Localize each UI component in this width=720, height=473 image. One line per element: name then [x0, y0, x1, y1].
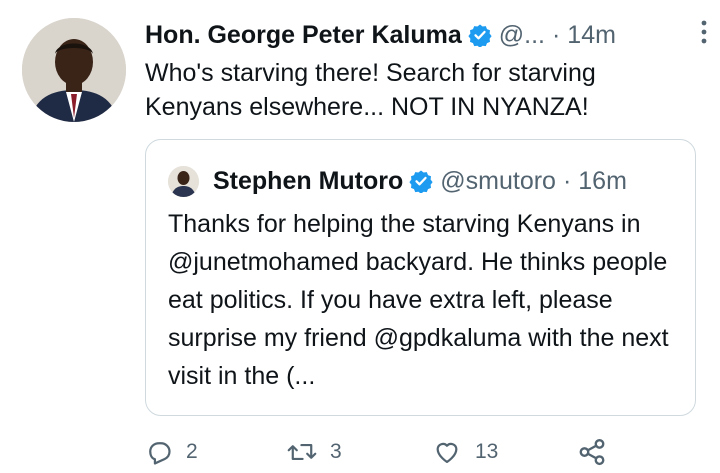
quoted-author-avatar	[168, 165, 199, 197]
reply-icon	[149, 442, 171, 465]
quoted-tweet-text: Thanks for helping the starving Kenyans …	[168, 210, 669, 390]
more-options-icon[interactable]	[695, 17, 713, 51]
tweet-time[interactable]: 14m	[567, 21, 616, 50]
reply-count: 2	[186, 440, 198, 463]
author-avatar[interactable]	[22, 18, 126, 122]
quoted-author-handle: @smutoro	[440, 166, 556, 195]
retweet-button[interactable]: 3	[287, 434, 342, 470]
author-handle[interactable]: @...	[499, 21, 545, 50]
like-count: 13	[475, 440, 499, 463]
share-button[interactable]	[577, 434, 607, 470]
quoted-tweet-header: Stephen Mutoro @smutoro · 16m	[168, 162, 627, 200]
quoted-verified-badge-icon	[409, 169, 433, 193]
quoted-author-name: Stephen Mutoro	[213, 166, 404, 195]
tweet-header: Hon. George Peter Kaluma @... · 14m	[145, 15, 715, 55]
time-separator: ·	[551, 20, 561, 49]
reply-button[interactable]: 2	[145, 434, 198, 470]
tweet-actions: 2 3 13	[145, 434, 715, 470]
heart-icon	[436, 442, 458, 464]
like-button[interactable]: 13	[432, 434, 498, 470]
author-avatar-image	[22, 18, 126, 122]
quoted-tweet-time: 16m	[578, 166, 627, 195]
verified-badge-icon	[468, 23, 492, 47]
quoted-tweet-card[interactable]: Stephen Mutoro @smutoro · 16m Thanks for…	[145, 139, 696, 416]
share-icon	[579, 438, 605, 466]
tweet-text: Who's starving there! Search for starvin…	[145, 59, 596, 121]
quoted-time-separator: ·	[562, 166, 572, 195]
retweet-count: 3	[330, 440, 342, 463]
retweet-icon	[287, 443, 317, 461]
author-name[interactable]: Hon. George Peter Kaluma	[145, 21, 462, 50]
